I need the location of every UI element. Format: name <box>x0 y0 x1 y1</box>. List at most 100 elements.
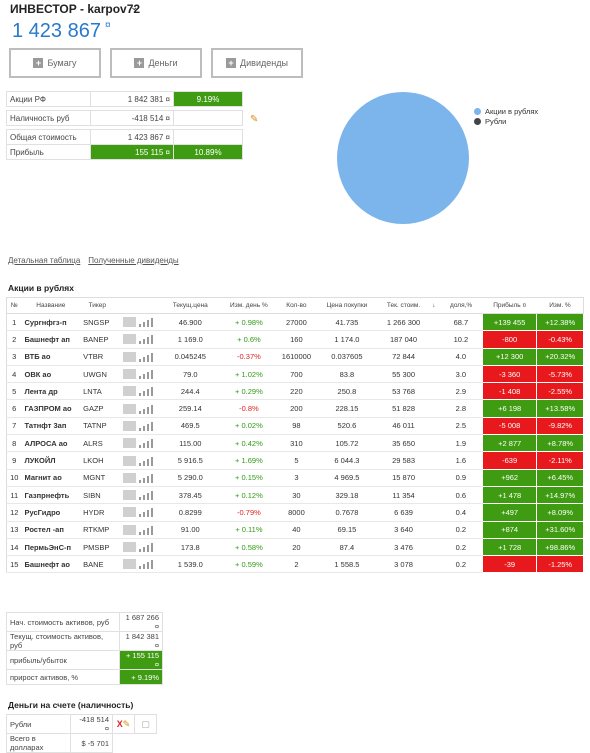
sparkline-icon[interactable] <box>122 351 136 362</box>
profit: -5 008 <box>481 416 538 436</box>
bar-chart-icon[interactable] <box>138 473 153 483</box>
stock-row[interactable]: 13 Ростел -ап RTKMP 91.00 + 0.11% 40 69.15 3 64… <box>6 520 584 539</box>
summary-label: Общая стоимость <box>6 129 91 145</box>
col-header[interactable]: Тикер <box>80 297 115 314</box>
stocks-header-row: № Название Тикер Текущ.цена Изм. день % … <box>6 297 584 314</box>
sparkline-icon[interactable] <box>122 559 136 570</box>
current-price: 469.5 <box>160 417 220 436</box>
detail-table-link[interactable]: Детальная таблица <box>8 256 80 265</box>
mini-charts <box>114 469 161 487</box>
buy-price: 83.8 <box>314 365 380 384</box>
sparkline-icon[interactable] <box>122 369 136 380</box>
bar-chart-icon[interactable] <box>138 507 153 518</box>
edit-pencil-icon[interactable]: ✎ <box>250 114 258 125</box>
bar-chart-icon[interactable] <box>138 317 153 328</box>
dividends-link[interactable]: Полученные дивиденды <box>88 256 178 265</box>
sparkline-icon[interactable] <box>122 524 136 535</box>
chevron-down-icon[interactable]: ⌄ <box>130 2 138 13</box>
add-dividends-button[interactable]: + Дивиденды <box>211 48 303 78</box>
add-money-button[interactable]: + Деньги <box>110 48 202 78</box>
sparkline-icon[interactable] <box>122 386 136 397</box>
totals-value: 1 842 381 ¤ <box>119 631 163 651</box>
buy-price: 0.037605 <box>314 348 380 366</box>
totals-table: Нач. стоимость активов, руб 1 687 266 ¤ … <box>6 612 163 685</box>
bar-chart-icon[interactable] <box>138 404 153 414</box>
stock-row[interactable]: 14 ПермьЭнС-п PMSBP 173.8 + 0.58% 20 87.4 3 476… <box>6 537 584 557</box>
summary-percent <box>173 110 243 126</box>
edit-pencil-icon[interactable]: ✎ <box>123 719 131 729</box>
portfolio-total: 1 423 867 ¤ <box>12 20 111 43</box>
stock-row[interactable]: 9 ЛУКОЙЛ LKOH 5 916.5 + 1.69% 5 6 044.3 29 583 1… <box>6 451 584 470</box>
col-header[interactable]: Название <box>21 297 81 314</box>
col-header[interactable]: доля,% <box>439 297 483 314</box>
legend-item[interactable]: Акции в рублях <box>474 106 538 116</box>
stock-row[interactable]: 3 ВТБ ао VTBR 0.045245 -0.37% 1610000 0.037605… <box>6 347 584 366</box>
cash-section-title: Деньги на счете (наличность) <box>8 700 134 710</box>
current-price: 1 539.0 <box>160 555 220 574</box>
spacer-cell <box>427 451 440 470</box>
add-paper-button[interactable]: + Бумагу <box>9 48 101 78</box>
sparkline-icon[interactable] <box>122 472 136 483</box>
stock-row[interactable]: 8 АЛРОСА ао ALRS 115.00 + 0.42% 310 105.72 35 6… <box>6 434 584 453</box>
bar-chart-icon[interactable] <box>138 525 153 535</box>
change-percent: +13.58% <box>536 399 584 418</box>
change-percent: +8.78% <box>536 434 584 453</box>
pie-slice-stocks[interactable] <box>337 92 469 224</box>
sparkline-icon[interactable] <box>122 455 136 466</box>
stock-row[interactable]: 12 РусГидро HYDR 0.8299 -0.79% 8000 0.7678 6 63… <box>6 503 584 522</box>
sparkline-icon[interactable] <box>122 334 136 345</box>
stock-name: ОВК ао <box>21 365 81 384</box>
quantity: 220 <box>278 382 315 401</box>
bar-chart-icon[interactable] <box>138 352 153 362</box>
col-header[interactable]: Тек. стоим. <box>379 297 428 314</box>
stock-row[interactable]: 15 Башнефт ао BANE 1 539.0 + 0.59% 2 1 558.5 3 … <box>6 555 584 574</box>
bar-chart-icon[interactable] <box>138 369 153 380</box>
bar-chart-icon[interactable] <box>138 334 153 345</box>
col-header[interactable]: Прибыль ¤ <box>482 297 537 314</box>
market-value: 29 583 <box>379 451 428 470</box>
quantity: 310 <box>278 434 315 453</box>
stock-row[interactable]: 4 ОВК ао UWGN 79.0 + 1.02% 700 83.8 55 300 3.0 -3… <box>6 364 584 384</box>
stock-row[interactable]: 11 Газпрнефть SIBN 378.45 + 0.12% 30 329.18 11 … <box>6 485 584 505</box>
market-value: 35 650 <box>379 434 428 453</box>
col-header[interactable]: Кол-во <box>278 297 315 314</box>
stock-name: Башнефт ап <box>21 330 81 349</box>
bar-chart-icon[interactable] <box>138 542 153 553</box>
sort-arrow-icon[interactable]: ↓ <box>427 297 440 314</box>
stock-row[interactable]: 1 Сургнфгз-п SNGSP 46.900 + 0.98% 27000 41.735… <box>6 312 584 332</box>
stock-row[interactable]: 7 Татнфт 3ап TATNP 469.5 + 0.02% 98 520.6 46 01… <box>6 416 584 436</box>
stock-row[interactable]: 6 ГАЗПРОМ ао GAZP 259.14 -0.8% 200 228.15 51 82… <box>6 399 584 418</box>
stock-row[interactable]: 10 Магнит ао MGNT 5 290.0 + 0.15% 3 4 969.5 15 … <box>6 468 584 487</box>
bar-chart-icon[interactable] <box>138 490 153 501</box>
bar-chart-icon[interactable] <box>138 421 153 431</box>
sparkline-icon[interactable] <box>122 490 136 501</box>
sparkline-icon[interactable] <box>122 403 136 414</box>
stock-name: Газпрнефть <box>21 486 81 505</box>
bar-chart-icon[interactable] <box>138 456 153 466</box>
share-percent: 0.4 <box>439 503 483 522</box>
quantity: 3 <box>278 469 315 487</box>
change-percent: -2.55% <box>536 382 584 401</box>
legend-dot-icon <box>474 117 481 125</box>
totals-value: + 9.19% <box>119 669 163 685</box>
col-header[interactable]: № <box>6 297 22 314</box>
col-header[interactable]: Текущ.цена <box>160 297 220 314</box>
sparkline-icon[interactable] <box>122 542 136 553</box>
quantity: 160 <box>278 330 315 349</box>
stock-row[interactable]: 5 Лента др LNTA 244.4 + 0.29% 220 250.8 53 768 2… <box>6 382 584 401</box>
ticker: LNTA <box>80 382 115 401</box>
col-header[interactable]: Изм. день % <box>219 297 279 314</box>
legend-item[interactable]: Рубли <box>474 116 538 126</box>
bar-chart-icon[interactable] <box>138 438 153 449</box>
sparkline-icon[interactable] <box>122 317 136 328</box>
note-icon[interactable]: ▢ <box>134 714 157 734</box>
sparkline-icon[interactable] <box>122 438 136 449</box>
report-links: Детальная таблица Полученные дивиденды <box>8 256 187 265</box>
bar-chart-icon[interactable] <box>138 386 153 397</box>
sparkline-icon[interactable] <box>122 420 136 431</box>
col-header[interactable]: Изм. % <box>536 297 584 314</box>
stock-row[interactable]: 2 Башнефт ап BANEP 1 169.0 + 0.6% 160 1 174.0 1… <box>6 330 584 349</box>
bar-chart-icon[interactable] <box>138 559 153 570</box>
sparkline-icon[interactable] <box>122 507 136 518</box>
col-header[interactable]: Цена покупки <box>314 297 380 314</box>
